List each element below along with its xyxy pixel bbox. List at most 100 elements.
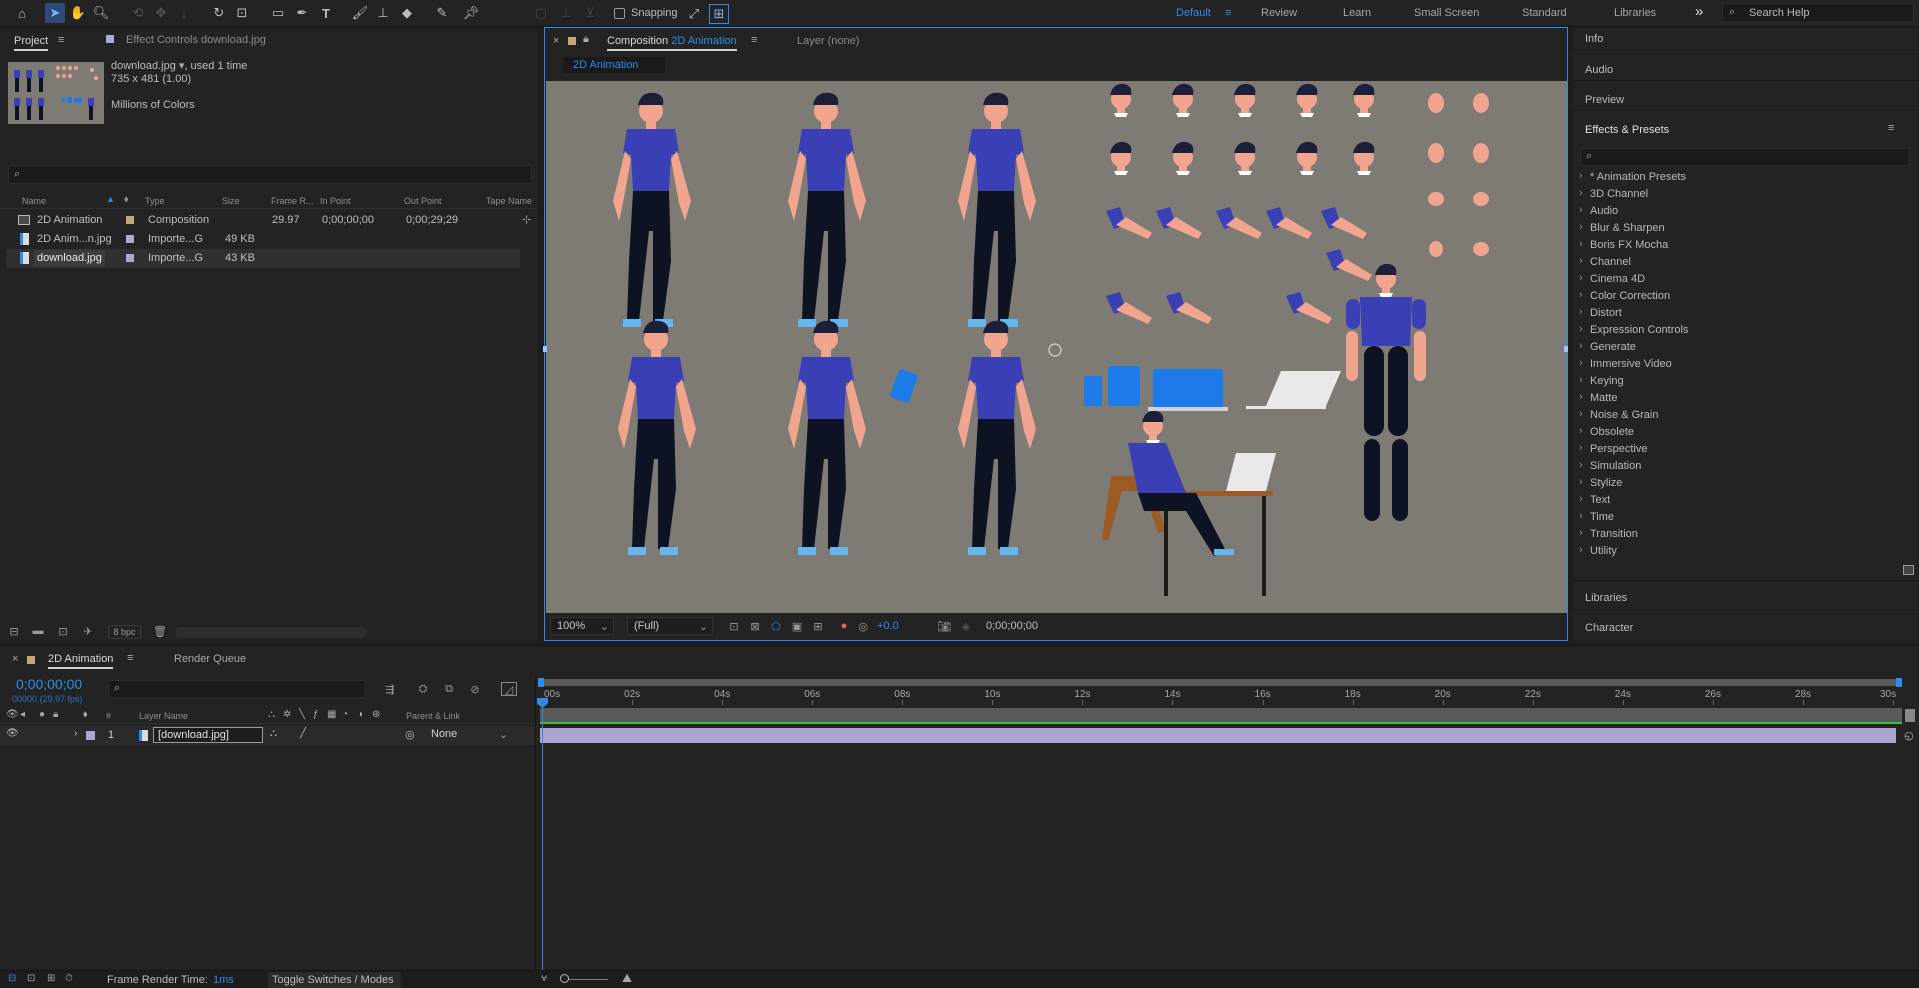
home-icon[interactable]: ⌂ [12, 3, 32, 23]
effect-category-item[interactable]: * Animation Presets [1579, 170, 1686, 183]
sort-ascending-icon[interactable]: ▲ [106, 194, 115, 204]
parent-dropdown[interactable]: None ⌄ [426, 727, 512, 743]
draft-3d-icon[interactable]: ⛭ [415, 682, 431, 696]
render-time-icon[interactable]: ⏱︎ [65, 973, 73, 984]
render-queue-tab[interactable]: Render Queue [174, 653, 246, 665]
more-workspaces-icon[interactable]: » [1695, 3, 1703, 20]
selection-tool-icon[interactable]: ➤ [45, 3, 65, 23]
comp-mini-flowchart-icon[interactable]: ⇶ [382, 682, 398, 696]
workspace-small-screen[interactable]: Small Screen [1414, 7, 1479, 19]
trash-icon[interactable]: 🗑︎ [152, 624, 168, 638]
timeline-search-input[interactable]: ⌕ [108, 680, 366, 698]
align-world-icon[interactable]: ⊻ [580, 3, 600, 23]
right-handle[interactable] [1564, 346, 1568, 352]
layer-row[interactable]: 👁︎ › 1 [download.jpg] ⛬ ╱ ◎ None ⌄ [0, 726, 535, 745]
effect-category-item[interactable]: Expression Controls [1579, 323, 1688, 336]
work-area-start-handle[interactable] [538, 678, 544, 687]
layer-name-column[interactable]: Layer Name [139, 711, 188, 721]
video-visibility-icon[interactable]: 👁︎ [6, 709, 19, 720]
lock-icon[interactable]: 🔒︎ [53, 709, 58, 720]
in-out-icon[interactable]: ⊞ [47, 973, 55, 984]
effect-category-item[interactable]: Utility [1579, 544, 1617, 557]
current-time-display[interactable]: 0;00;00;00 [16, 676, 82, 692]
work-area-range[interactable] [540, 679, 1902, 686]
layer-name-field[interactable]: [download.jpg] [153, 727, 263, 743]
quality-switch-icon[interactable]: ╲ [299, 709, 305, 720]
show-snapshot-icon[interactable]: ◈ [959, 619, 973, 633]
timeline-zoom-handle[interactable] [1905, 709, 1915, 722]
project-item-footage[interactable]: 2D Anim...n.jpg Importe...G 49 KB [6, 230, 522, 249]
eye-icon[interactable]: 👁︎ [6, 728, 19, 739]
adjustment-switch-icon[interactable]: ◑ [357, 709, 363, 720]
zoom-out-icon[interactable]: ⩝ [541, 972, 547, 985]
audio-icon[interactable]: ◂ [20, 709, 25, 720]
layer-end-marker-icon[interactable]: ◵ [1904, 729, 1914, 742]
effect-category-item[interactable]: Boris FX Mocha [1579, 238, 1668, 251]
rectangle-tool-icon[interactable]: ▭ [268, 3, 288, 23]
snapping-checkbox[interactable] [614, 8, 625, 19]
workspace-learn[interactable]: Learn [1343, 7, 1371, 19]
3d-layer-switch-icon[interactable]: ⊛ [372, 709, 380, 720]
effect-category-item[interactable]: Stylize [1579, 476, 1623, 489]
project-search-input[interactable]: ⌕ [8, 165, 532, 184]
effect-category-item[interactable]: Transition [1579, 527, 1638, 540]
transfer-controls-icon[interactable]: ⊡ [27, 973, 35, 984]
rotate-tool-icon[interactable]: ↻ [209, 3, 229, 23]
snap-features-icon[interactable]: ⊞ [709, 4, 729, 24]
col-size[interactable]: Size [222, 196, 240, 206]
effect-category-item[interactable]: Cinema 4D [1579, 272, 1645, 285]
orbit-camera-icon[interactable]: ⟲ [128, 3, 148, 23]
effect-category-item[interactable]: Text [1579, 493, 1610, 506]
eraser-tool-icon[interactable]: ◆ [397, 3, 417, 23]
effect-controls-tab[interactable]: Effect Controls download.jpg [126, 34, 266, 46]
new-composition-icon[interactable]: ⊡ [55, 624, 71, 638]
align-icon[interactable]: ▢ [531, 3, 551, 23]
audio-panel-tab[interactable]: Audio [1585, 64, 1613, 76]
quality-switch-icon[interactable]: ╱ [300, 728, 306, 739]
pick-whip-icon[interactable]: ◎ [405, 728, 415, 741]
effect-category-item[interactable]: Obsolete [1579, 425, 1634, 438]
panel-menu-icon[interactable]: ≡ [58, 34, 64, 46]
pen-tool-icon[interactable]: ✒ [292, 3, 312, 23]
effect-category-item[interactable]: Color Correction [1579, 289, 1670, 302]
col-type[interactable]: Type [145, 196, 165, 206]
left-handle[interactable] [543, 346, 547, 352]
workspace-review[interactable]: Review [1261, 7, 1297, 19]
mask-path-icon[interactable]: ⬠ [769, 619, 783, 633]
motion-blur-switch-icon[interactable]: ◔ [342, 709, 348, 720]
parent-link-column[interactable]: Parent & Link [406, 711, 460, 721]
frame-blending-icon[interactable]: ⊘ [467, 682, 483, 696]
effect-category-item[interactable]: Channel [1579, 255, 1631, 268]
composition-viewer[interactable] [546, 81, 1567, 613]
frame-blend-switch-icon[interactable]: ▦ [327, 709, 336, 720]
effect-category-item[interactable]: Simulation [1579, 459, 1641, 472]
zoom-in-icon[interactable]: ⛰︎ [622, 971, 632, 986]
shy-layers-icon[interactable]: ⧉ [441, 682, 457, 696]
type-tool-icon[interactable]: T [316, 3, 336, 23]
col-in-point[interactable]: In Point [320, 196, 351, 206]
composition-breadcrumb[interactable]: 2D Animation [563, 57, 665, 73]
effect-category-item[interactable]: Blur & Sharpen [1579, 221, 1665, 234]
panel-menu-icon[interactable]: ≡ [127, 652, 133, 664]
resolution-dropdown[interactable]: (Full) ⌄ [627, 617, 713, 635]
effect-category-item[interactable]: 3D Channel [1579, 187, 1648, 200]
dolly-camera-icon[interactable]: ↓ [174, 3, 194, 23]
grid-guides-icon[interactable]: ⊞ [811, 619, 825, 633]
project-tab[interactable]: Project [14, 35, 49, 51]
workspace-default[interactable]: Default [1176, 7, 1211, 19]
align-axis-icon[interactable]: ⊥ [556, 3, 576, 23]
effect-category-item[interactable]: Matte [1579, 391, 1617, 404]
label-color-swatch[interactable] [126, 254, 134, 262]
collapse-switch-icon[interactable]: ✲ [283, 709, 291, 720]
workspace-menu-icon[interactable]: ≡ [1225, 7, 1231, 19]
work-area-end-handle[interactable] [1896, 678, 1902, 687]
hand-tool-icon[interactable]: ✋ [68, 3, 88, 23]
close-tab-icon[interactable]: × [553, 35, 559, 47]
zoom-tool-icon[interactable]: 🔍︎ [91, 3, 111, 23]
fast-previews-icon[interactable]: ⊡ [727, 619, 741, 633]
expand-chevron-icon[interactable]: › [74, 728, 77, 739]
brush-tool-icon[interactable]: 🖌︎ [350, 3, 370, 23]
effect-switch-icon[interactable]: ƒ [313, 709, 319, 720]
info-panel-tab[interactable]: Info [1585, 33, 1603, 45]
viewer-timecode[interactable]: 0;00;00;00 [986, 620, 1038, 632]
